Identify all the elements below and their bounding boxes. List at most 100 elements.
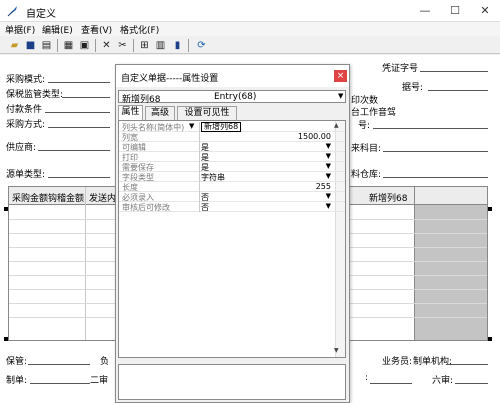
toolbar-separator [133,39,134,52]
property-row[interactable]: 需要保存是 ▼ [119,162,345,172]
procurement-method-field[interactable] [48,127,110,128]
chevron-down-icon[interactable]: ▼ [326,172,331,180]
chevron-down-icon[interactable]: ▼ [326,192,331,200]
keeper-field[interactable] [28,364,90,365]
maker-org-label: 制单机构: [413,357,453,367]
maker-label: 制单: [6,376,28,386]
number-field[interactable] [373,128,488,129]
tab-advanced[interactable]: 高级 [145,106,175,120]
refresh-icon[interactable]: ⟳ [195,39,208,52]
chevron-down-icon[interactable]: ▼ [326,142,331,150]
dialog-close-button[interactable]: × [334,70,347,82]
property-value[interactable]: 新增列68 [201,122,242,132]
property-value[interactable]: 1500.00 [298,132,331,141]
chevron-down-icon[interactable]: ▼ [326,152,331,160]
source-type-label: 源单类型: [6,170,46,180]
property-divider [199,122,200,132]
property-divider [199,172,200,182]
unnamed-field[interactable] [370,383,412,384]
payment-terms-label: 付款条件 [6,105,43,115]
warehouse-label: 料仓库: [351,170,382,180]
window-titlebar: 自定义 — ☐ ✕ [0,0,500,22]
minimize-button[interactable]: — [410,0,440,22]
open-icon[interactable]: ▰ [8,39,21,52]
property-divider [199,202,200,212]
columns-icon[interactable]: ▥ [154,39,167,52]
grid-col-purchase-amount[interactable]: 采购金额钩稽金额 [12,191,84,204]
doc-no-label: 据号: [402,83,424,93]
resize-handle[interactable] [488,337,492,341]
property-row[interactable]: 长度 255 [119,182,345,192]
chevron-down-icon[interactable]: ▼ [326,162,331,170]
cut-icon[interactable]: ✕ [100,39,113,52]
resize-handle[interactable] [488,207,492,211]
voucher-no-field[interactable] [420,71,488,72]
toolbar-separator [57,39,58,52]
property-dialog: 自定义单据-----属性设置 × 新增列68 Entry(68) ▼ 属性 高级… [115,64,350,403]
grid-col-new68[interactable]: 新增列68 [369,191,407,204]
chevron-down-icon[interactable]: ▼ [326,202,331,210]
scroll-down-icon[interactable]: ▼ [334,347,339,354]
chevron-down-icon[interactable]: ▼ [189,122,194,130]
property-name: 审核后可修改 [122,203,170,212]
second-review-label: 二审 [90,376,109,386]
save-icon[interactable]: ■ [24,39,37,52]
object-selector[interactable]: 新增列68 Entry(68) ▼ [118,90,346,105]
maker-org-field[interactable] [446,364,488,365]
tab-visibility[interactable]: 设置可见性 [177,106,237,120]
subject-field[interactable] [383,151,488,152]
property-description [118,364,346,400]
supplier-label: 供应商: [6,143,37,153]
tax-type-field[interactable] [62,97,110,98]
procurement-method-label: 采购方式: [6,120,46,130]
property-row[interactable]: 必须录入否 ▼ [119,192,345,202]
supplier-field[interactable] [38,150,110,151]
warehouse-field[interactable] [383,177,488,178]
subject-label: 来科目: [351,144,382,154]
property-row[interactable]: 列头名称(简体中) 新增列68 ▼ [119,122,345,132]
doc-no-field[interactable] [428,90,488,91]
app-feather-icon [7,6,17,17]
procurement-mode-field[interactable] [48,82,110,83]
sixth-review-field[interactable] [455,383,488,384]
property-divider [199,132,200,142]
voucher-no-label: 凭证字号 [382,64,419,74]
table-icon[interactable]: ⊞ [138,39,151,52]
menu-view[interactable]: 查看(V) [81,23,112,36]
menu-file[interactable]: 单据(F) [5,23,35,36]
property-row[interactable]: 列宽 1500.00 [119,132,345,142]
property-value[interactable]: 否 [201,202,209,213]
property-row[interactable]: 字段类型 字符串 ▼ [119,172,345,182]
grid-icon[interactable]: ▣ [78,39,91,52]
property-row[interactable]: 打印是 ▼ [119,152,345,162]
delete-icon[interactable]: ✂ [116,39,129,52]
owner-label: 负 [100,357,110,367]
preview-icon[interactable]: ▦ [62,39,75,52]
property-divider [199,152,200,162]
toolbar: ▰ ■ ▤ ▦ ▣ ✕ ✂ ⊞ ▥ ▮ ⟳ [0,37,500,54]
lock-icon[interactable]: ▮ [171,39,184,52]
property-divider [199,182,200,192]
menu-format[interactable]: 格式化(F) [120,23,159,36]
window-close-button[interactable]: ✕ [470,0,500,22]
print-icon[interactable]: ▤ [40,39,53,52]
grid-col-send[interactable]: 发送内 [89,191,116,204]
salesman-label: 业务员: [382,357,413,367]
property-divider [199,142,200,152]
source-type-field[interactable] [48,177,110,178]
property-grid: ▲ ▼ 列头名称(简体中) 新增列68 ▼ 列宽 1500.00 可编辑是 ▼ 打印是 ▼ 需要保… [118,120,346,358]
property-divider [199,162,200,172]
dept-label: 台工作音驾 [351,108,397,118]
payment-terms-field[interactable] [45,112,110,113]
toolbar-separator [188,39,189,52]
maximize-button[interactable]: ☐ [440,0,470,22]
maker-field[interactable] [30,383,90,384]
menu-edit[interactable]: 编辑(E) [42,23,73,36]
property-row[interactable]: 可编辑是 ▼ [119,142,345,152]
property-value[interactable]: 255 [316,182,331,191]
procurement-mode-label: 采购模式: [6,75,46,85]
property-row[interactable]: 审核后可修改 否 ▼ [119,202,345,212]
tab-attributes[interactable]: 属性 [118,105,143,120]
tax-type-label: 保税监管类型: [6,90,64,100]
keeper-label: 保管: [6,357,28,367]
